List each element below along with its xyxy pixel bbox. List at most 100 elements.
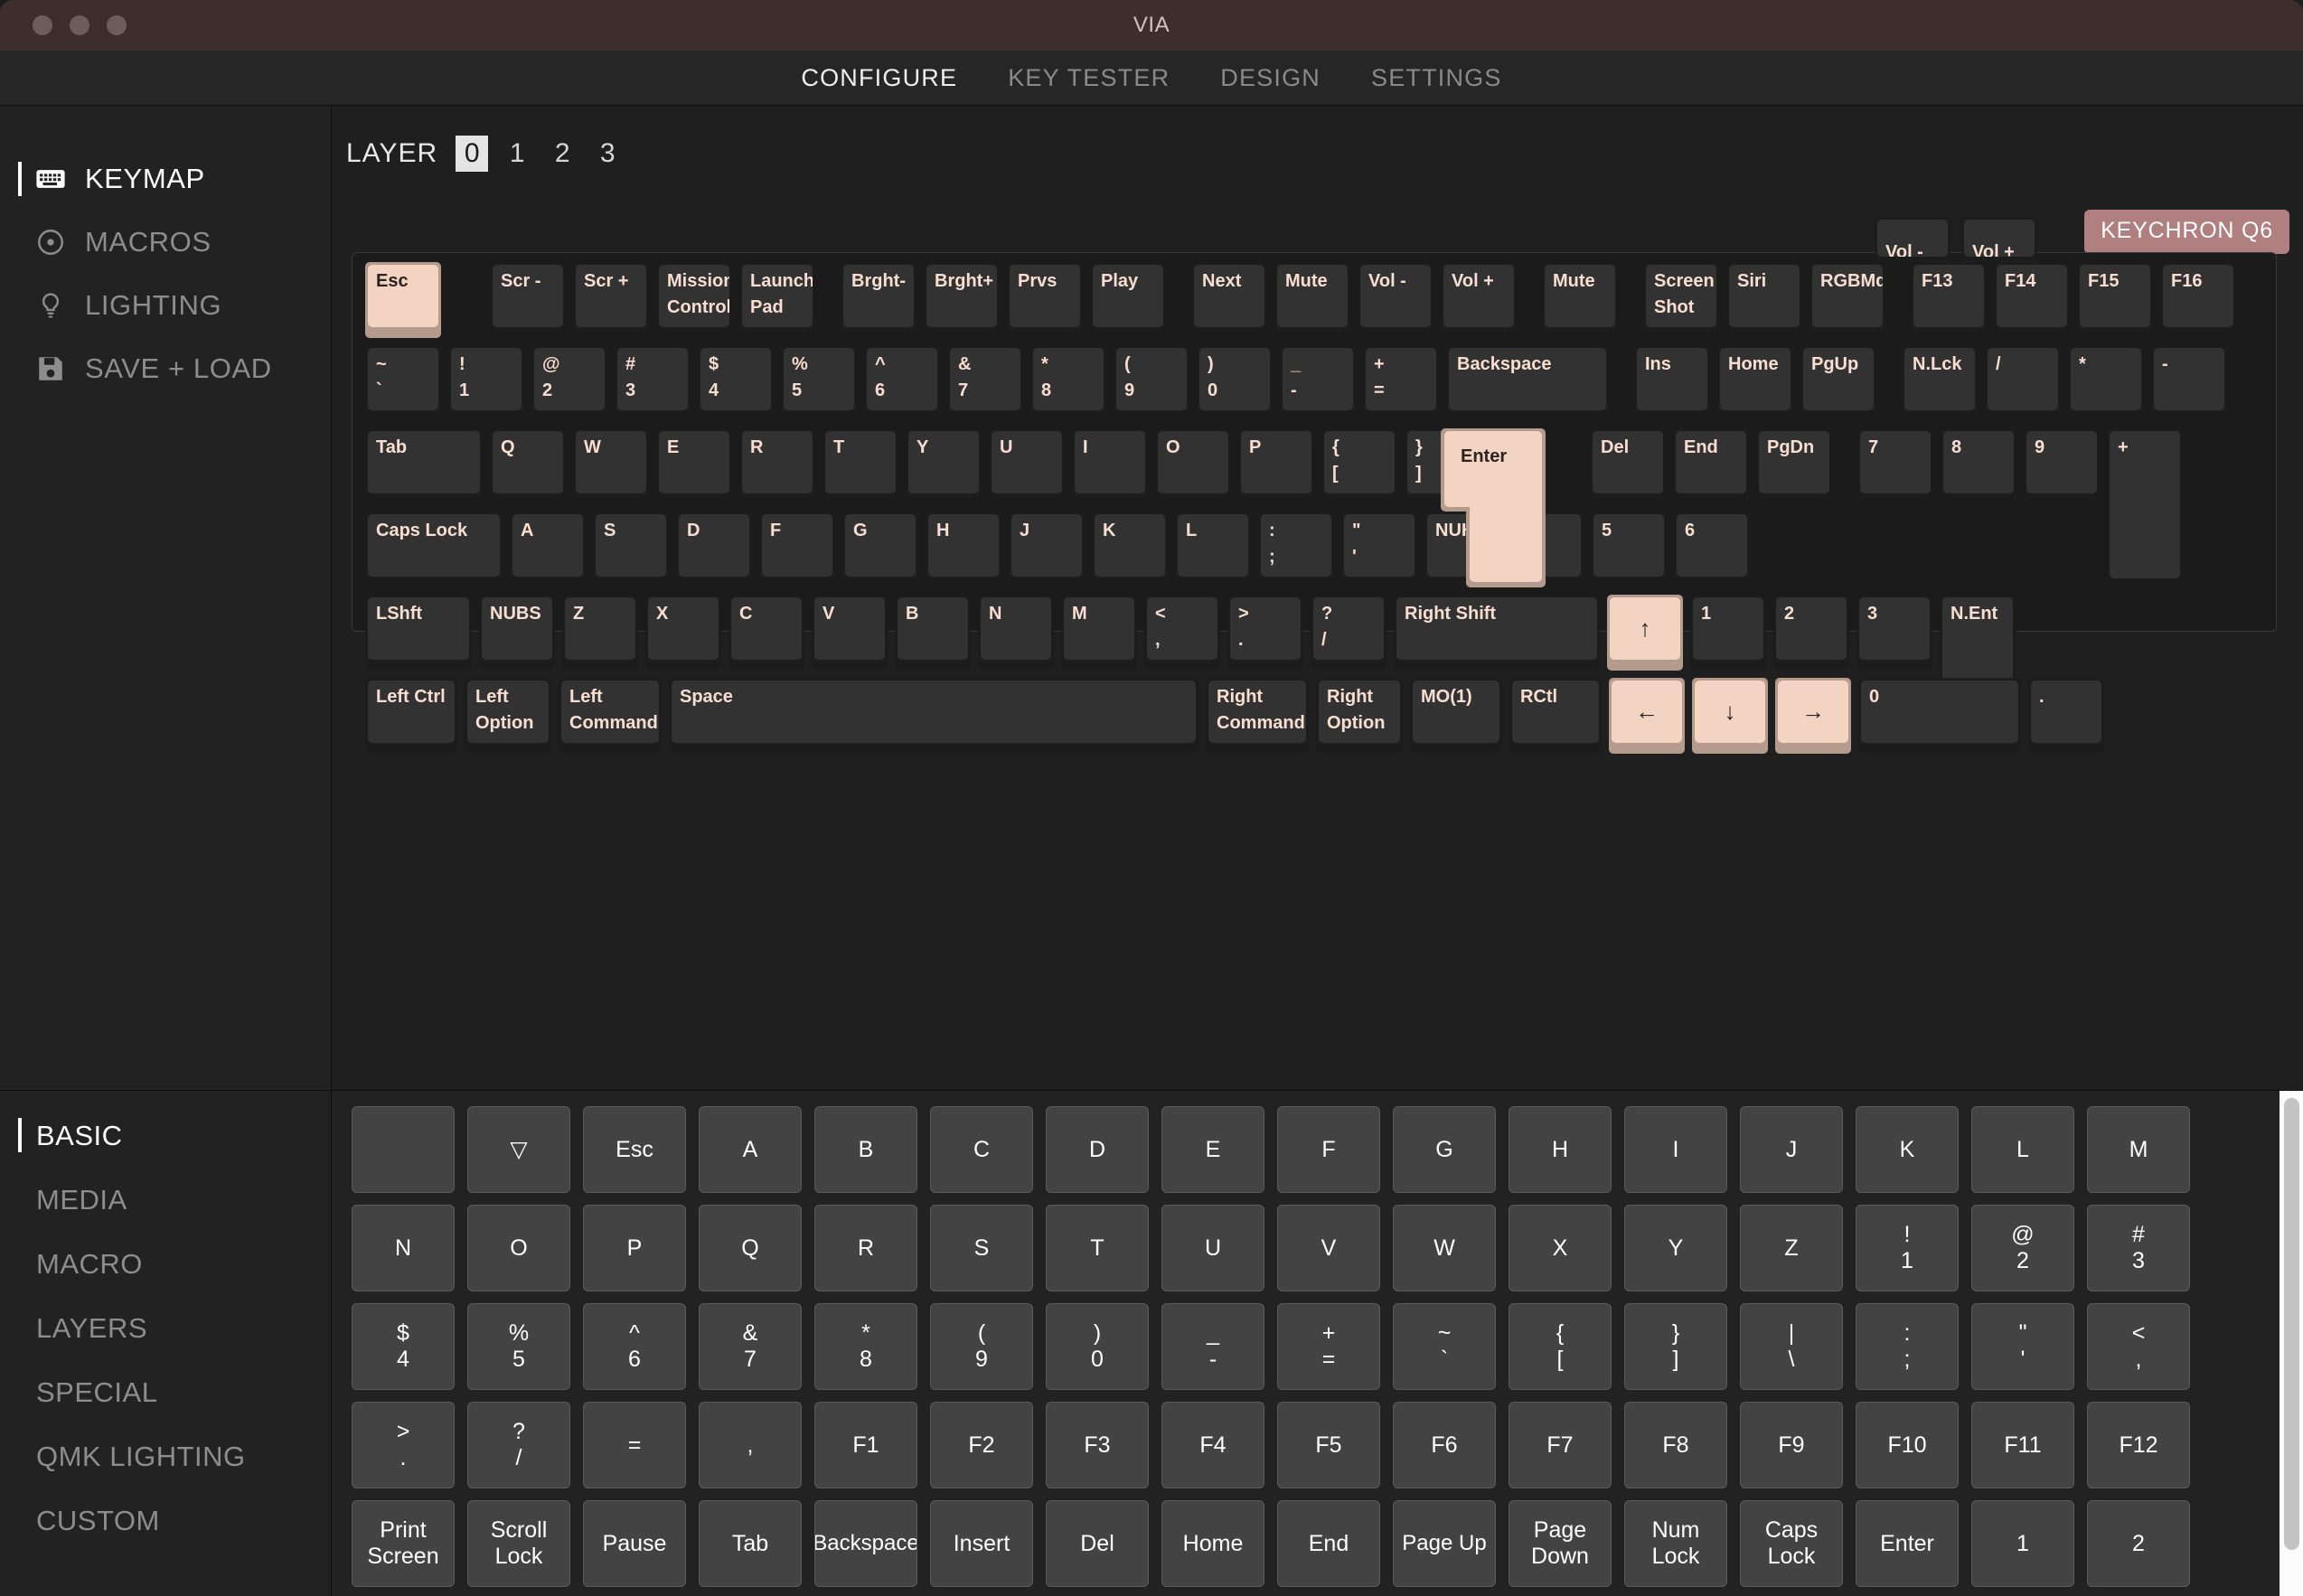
key-nubs-r4[interactable]: NUBS [479, 595, 555, 671]
keycode-option-a[interactable]: A [699, 1106, 802, 1193]
key---r1[interactable]: $4 [698, 345, 774, 421]
key-prvs-r0[interactable]: Prvs [1007, 262, 1083, 338]
key-scr--r0[interactable]: Scr - [490, 262, 566, 338]
keycode-option--[interactable]: " ' [1971, 1303, 2074, 1390]
key-pgup-r1[interactable]: PgUp [1800, 345, 1876, 421]
key-g-r3[interactable]: G [842, 512, 918, 587]
key-caps-lock-r3[interactable]: Caps Lock [365, 512, 503, 587]
key-q-r2[interactable]: Q [490, 428, 566, 504]
keycode-option-backspace[interactable]: Backspace [814, 1500, 917, 1587]
keycode-option-t[interactable]: T [1046, 1205, 1149, 1291]
key-h-r3[interactable]: H [926, 512, 1001, 587]
key-2-r4[interactable]: 2 [1773, 595, 1849, 671]
key-brght--r0[interactable]: Brght+ [924, 262, 1000, 338]
key-right-r5[interactable]: Right Command [1206, 678, 1309, 754]
key-6-r3[interactable]: 6 [1674, 512, 1750, 587]
key-f14-r0[interactable]: F14 [1994, 262, 2070, 338]
key-scr--r0[interactable]: Scr + [573, 262, 649, 338]
keycode-option-pause[interactable]: Pause [583, 1500, 686, 1587]
keycode-option-s[interactable]: S [930, 1205, 1033, 1291]
keycode-option-f2[interactable]: F2 [930, 1402, 1033, 1488]
keycode-option-tab[interactable]: Tab [699, 1500, 802, 1587]
category-basic[interactable]: BASIC [0, 1103, 331, 1168]
keycode-option--[interactable]: }] [1624, 1303, 1727, 1390]
key-pgdn-r2[interactable]: PgDn [1756, 428, 1832, 504]
keycode-option-page-up[interactable]: Page Up [1393, 1500, 1496, 1587]
keycode-option--[interactable]: ) 0 [1046, 1303, 1149, 1390]
keycode-option--[interactable]: ▽ [467, 1106, 570, 1193]
key-left-r5[interactable]: Left Option [465, 678, 551, 754]
keycode-option-f[interactable]: F [1277, 1106, 1380, 1193]
keycode-option-v[interactable]: V [1277, 1205, 1380, 1291]
keycode-option-h[interactable]: H [1509, 1106, 1612, 1193]
key---r1[interactable]: / [1985, 345, 2061, 421]
key-vol--r0[interactable]: Vol + [1441, 262, 1517, 338]
key---r5[interactable]: . [2028, 678, 2104, 754]
key---r1[interactable]: ~ ` [365, 345, 441, 421]
keycode-option-l[interactable]: L [1971, 1106, 2074, 1193]
key-lshft-r4[interactable]: LShft [365, 595, 472, 671]
key-siri-r0[interactable]: Siri [1726, 262, 1802, 338]
keycode-option--[interactable]: (9 [930, 1303, 1033, 1390]
key-tab-r2[interactable]: Tab [365, 428, 483, 504]
keycode-option--[interactable]: $4 [352, 1303, 455, 1390]
keycode-option-scroll[interactable]: Scroll Lock [467, 1500, 570, 1587]
key-f13-r0[interactable]: F13 [1911, 262, 1987, 338]
keycode-option-n[interactable]: N [352, 1205, 455, 1291]
key---r3[interactable]: :; [1258, 512, 1334, 587]
encoder-key-vol-[interactable]: Vol - [1875, 217, 1950, 268]
keycode-option-end[interactable]: End [1277, 1500, 1380, 1587]
key---r1[interactable]: ! 1 [448, 345, 524, 421]
key-vol--r0[interactable]: Vol - [1358, 262, 1434, 338]
keycode-option--[interactable]: #3 [2087, 1205, 2190, 1291]
category-qmk-lighting[interactable]: QMK LIGHTING [0, 1424, 331, 1488]
key-backspace-r1[interactable]: Backspace [1446, 345, 1609, 421]
key-n-lck-r1[interactable]: N.Lck [1902, 345, 1978, 421]
encoder-key-vol-[interactable]: Vol + [1961, 217, 2037, 268]
keycode-option--[interactable]: & 7 [699, 1303, 802, 1390]
key-n-r4[interactable]: N [978, 595, 1054, 671]
key-u-r2[interactable]: U [989, 428, 1065, 504]
keycode-option--[interactable]: _ - [1161, 1303, 1264, 1390]
key-p-r2[interactable]: P [1238, 428, 1314, 504]
keycode-option--[interactable]: ! 1 [1856, 1205, 1959, 1291]
keycode-option-q[interactable]: Q [699, 1205, 802, 1291]
keycode-option-g[interactable]: G [1393, 1106, 1496, 1193]
category-layers[interactable]: LAYERS [0, 1296, 331, 1360]
keycode-option-w[interactable]: W [1393, 1205, 1496, 1291]
layer-button-0[interactable]: 0 [456, 136, 489, 172]
keycode-option-p[interactable]: P [583, 1205, 686, 1291]
nav-tab-configure[interactable]: CONFIGURE [801, 64, 957, 92]
key---r1[interactable]: + = [1363, 345, 1439, 421]
key-home-r1[interactable]: Home [1717, 345, 1793, 421]
keycode-option-e[interactable]: E [1161, 1106, 1264, 1193]
key---r1[interactable]: #3 [615, 345, 691, 421]
key-r-r2[interactable]: R [739, 428, 815, 504]
key-brght--r0[interactable]: Brght- [841, 262, 916, 338]
key-b-r4[interactable]: B [895, 595, 971, 671]
key---r1[interactable]: ) 0 [1197, 345, 1273, 421]
key-f-r3[interactable]: F [759, 512, 835, 587]
keycode-option-del[interactable]: Del [1046, 1500, 1149, 1587]
key-x-r4[interactable]: X [645, 595, 721, 671]
keycode-option--[interactable]: >. [352, 1402, 455, 1488]
keycode-option-print[interactable]: Print Screen [352, 1500, 455, 1587]
keycode-option-b[interactable]: B [814, 1106, 917, 1193]
keycode-option-page[interactable]: Page Down [1509, 1500, 1612, 1587]
key---r2[interactable]: + [2107, 428, 2183, 589]
sidebar-item-macros[interactable]: MACROS [0, 211, 331, 274]
keycode-option-y[interactable]: Y [1624, 1205, 1727, 1291]
key-mute-r0[interactable]: Mute [1542, 262, 1618, 338]
key---r1[interactable]: (9 [1114, 345, 1189, 421]
keycode-option-x[interactable]: X [1509, 1205, 1612, 1291]
category-macro[interactable]: MACRO [0, 1232, 331, 1296]
keycode-option-blank[interactable] [352, 1106, 455, 1193]
key---r1[interactable]: % 5 [781, 345, 857, 421]
key-e-r2[interactable]: E [656, 428, 732, 504]
key---r1[interactable]: & 7 [947, 345, 1023, 421]
key-esc-r0[interactable]: Esc [365, 262, 441, 338]
key---r4[interactable]: >. [1227, 595, 1303, 671]
keycode-option--[interactable]: | \ [1740, 1303, 1843, 1390]
keycode-option--[interactable]: :; [1856, 1303, 1959, 1390]
layer-button-1[interactable]: 1 [501, 136, 533, 172]
